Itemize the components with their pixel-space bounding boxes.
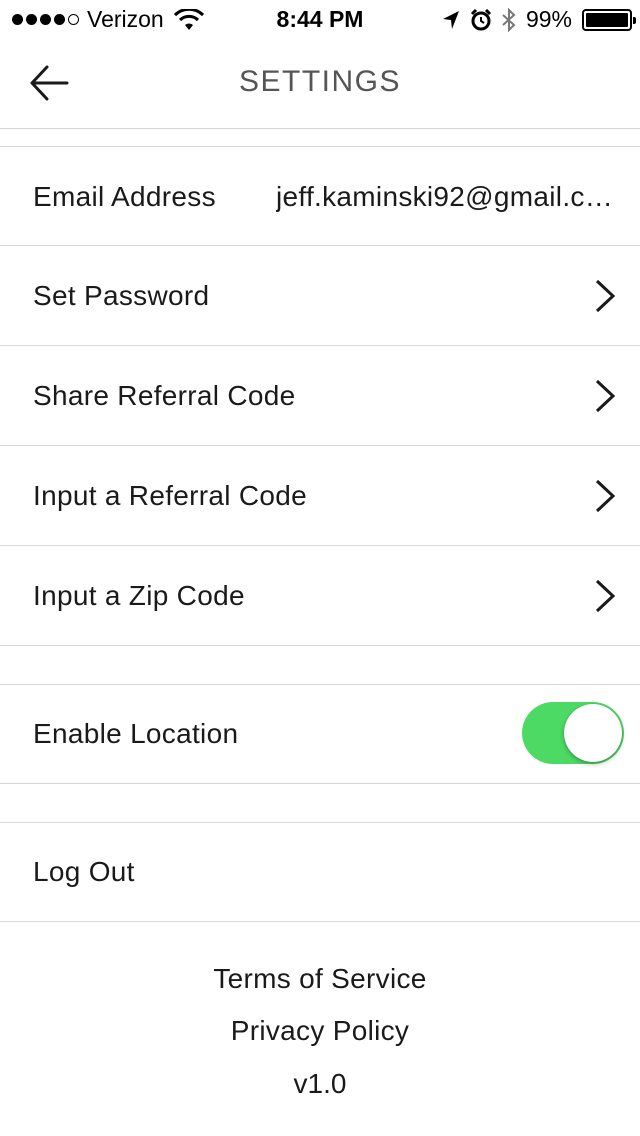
bluetooth-icon [502, 7, 516, 32]
nav-bar: SETTINGS [0, 40, 640, 128]
divider [0, 921, 640, 922]
status-right: 99% [442, 6, 636, 33]
set-password-label: Set Password [33, 279, 210, 311]
input-zip-row[interactable]: Input a Zip Code [0, 546, 640, 645]
privacy-policy-link[interactable]: Privacy Policy [0, 1015, 640, 1047]
location-toggle[interactable] [522, 702, 624, 764]
log-out-row[interactable]: Log Out [0, 823, 640, 921]
status-bar: Verizon 8:44 PM 99% [0, 0, 640, 40]
page-title: SETTINGS [238, 65, 401, 98]
chevron-right-icon [595, 579, 616, 613]
divider [0, 783, 640, 784]
email-row[interactable]: Email Address jeff.kaminski92@gmail.com [0, 147, 640, 246]
battery-icon [582, 8, 636, 31]
input-zip-label: Input a Zip Code [33, 579, 245, 611]
input-referral-row[interactable]: Input a Referral Code [0, 446, 640, 545]
alarm-icon [470, 8, 492, 30]
input-referral-label: Input a Referral Code [33, 479, 308, 511]
terms-of-service-link[interactable]: Terms of Service [0, 963, 640, 995]
settings-screen: Verizon 8:44 PM 99% SETTINGS Email Addre… [0, 0, 640, 1136]
share-referral-row[interactable]: Share Referral Code [0, 346, 640, 445]
enable-location-row: Enable Location [0, 685, 640, 782]
battery-fill [586, 12, 628, 27]
enable-location-label: Enable Location [33, 717, 239, 749]
log-out-label: Log Out [33, 856, 135, 887]
email-value: jeff.kaminski92@gmail.com [276, 180, 624, 212]
location-arrow-icon [442, 10, 459, 29]
chevron-right-icon [595, 379, 616, 413]
set-password-row[interactable]: Set Password [0, 246, 640, 345]
chevron-right-icon [595, 479, 616, 513]
divider [0, 645, 640, 646]
divider [0, 128, 640, 129]
share-referral-label: Share Referral Code [33, 379, 296, 411]
battery-percent: 99% [525, 6, 572, 32]
toggle-knob [564, 704, 622, 762]
chevron-right-icon [595, 279, 616, 313]
email-label: Email Address [33, 180, 216, 212]
app-version: v1.0 [293, 1068, 347, 1099]
